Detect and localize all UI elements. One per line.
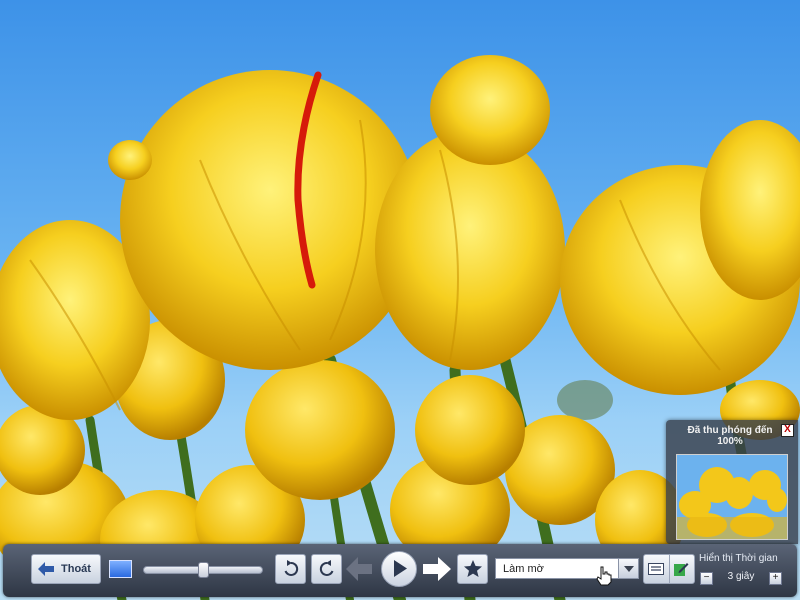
zoom-level: 100% <box>717 436 743 447</box>
play-button[interactable] <box>381 551 417 587</box>
slider-knob[interactable] <box>197 562 209 578</box>
slideshow-toolbar: Thoát Làm mờ Hiển thị Thời gian − 3 giây… <box>3 544 797 597</box>
caption-icon <box>648 563 664 575</box>
previous-arrow-icon[interactable] <box>346 557 372 581</box>
display-options-button[interactable] <box>643 554 695 584</box>
timing-value: 3 giây <box>727 571 755 582</box>
effect-selected-value: Làm mờ <box>503 563 544 575</box>
chevron-down-icon[interactable] <box>618 559 638 578</box>
exit-button[interactable]: Thoát <box>31 554 101 584</box>
close-icon[interactable]: X <box>781 424 794 437</box>
play-icon <box>394 560 407 577</box>
decrease-time-button[interactable]: − <box>700 572 713 585</box>
rotate-left-icon <box>284 560 298 576</box>
zoom-title: Đã thu phóng đến 100% <box>680 425 780 447</box>
exit-label: Thoát <box>61 563 91 575</box>
edit-toggle[interactable] <box>669 555 694 583</box>
hand-cursor-icon <box>596 566 612 586</box>
zoom-panel: Đã thu phóng đến 100% X <box>666 420 798 544</box>
next-arrow-icon[interactable] <box>423 557 451 581</box>
rotate-left-button[interactable] <box>275 554 306 584</box>
timing-label: Hiển thị Thời gian <box>699 553 778 564</box>
zoom-label: Đã thu phóng đến <box>687 425 773 436</box>
zoom-navigator-thumbnail[interactable] <box>676 454 788 540</box>
increase-time-button[interactable]: + <box>769 572 782 585</box>
star-icon <box>463 560 482 577</box>
transition-effect-select[interactable]: Làm mờ <box>495 558 639 579</box>
zoom-thumbnail-image <box>677 455 787 539</box>
caption-toggle[interactable] <box>644 555 670 583</box>
edit-icon <box>674 563 689 576</box>
rotate-right-icon <box>319 560 333 576</box>
thumbnail-view-icon[interactable] <box>109 560 132 578</box>
zoom-slider[interactable] <box>143 562 263 578</box>
favorite-button[interactable] <box>457 554 488 584</box>
left-arrow-icon <box>38 562 54 576</box>
rotate-right-button[interactable] <box>311 554 342 584</box>
